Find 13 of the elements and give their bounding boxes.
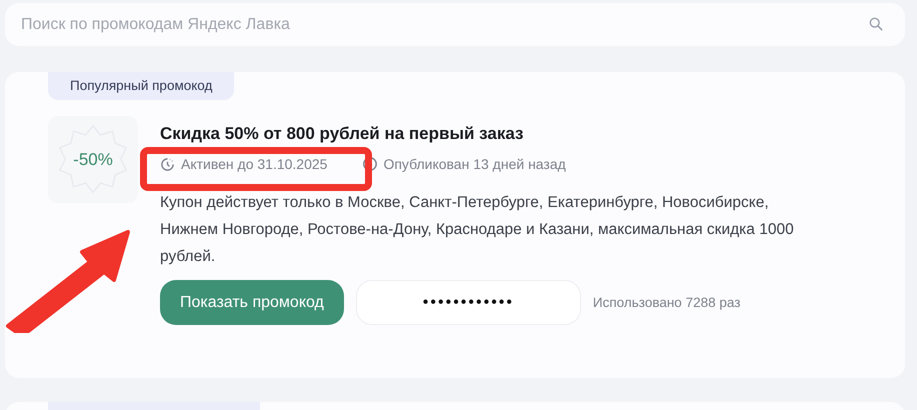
- show-code-button[interactable]: Показать промокод: [160, 280, 344, 325]
- popular-badge: Популярный промокод: [48, 72, 234, 100]
- published-date: Опубликован 13 дней назад: [383, 156, 566, 172]
- hidden-code: ••••••••••••: [356, 280, 581, 325]
- promo-description: Купон действует только в Москве, Санкт-Петербурге, Екатеринбурге, Новосибирске, Нижнем Новгороде, Ростове-на-Дону, Краснодаре и Казани, максимальная скидка 1000 рублей.: [160, 193, 795, 267]
- clock-icon: [160, 156, 175, 172]
- discount-text: -50%: [73, 150, 113, 170]
- search-icon: [869, 17, 883, 31]
- search-field[interactable]: Поиск по промокодам Яндекс Лавка: [5, 3, 905, 46]
- promo-title: Скидка 50% от 800 рублей на первый заказ: [160, 124, 524, 144]
- usage-count: Использовано 7288 раз: [592, 295, 740, 310]
- active-until: Активен до 31.10.2025: [181, 156, 328, 172]
- clock-icon: [363, 157, 378, 171]
